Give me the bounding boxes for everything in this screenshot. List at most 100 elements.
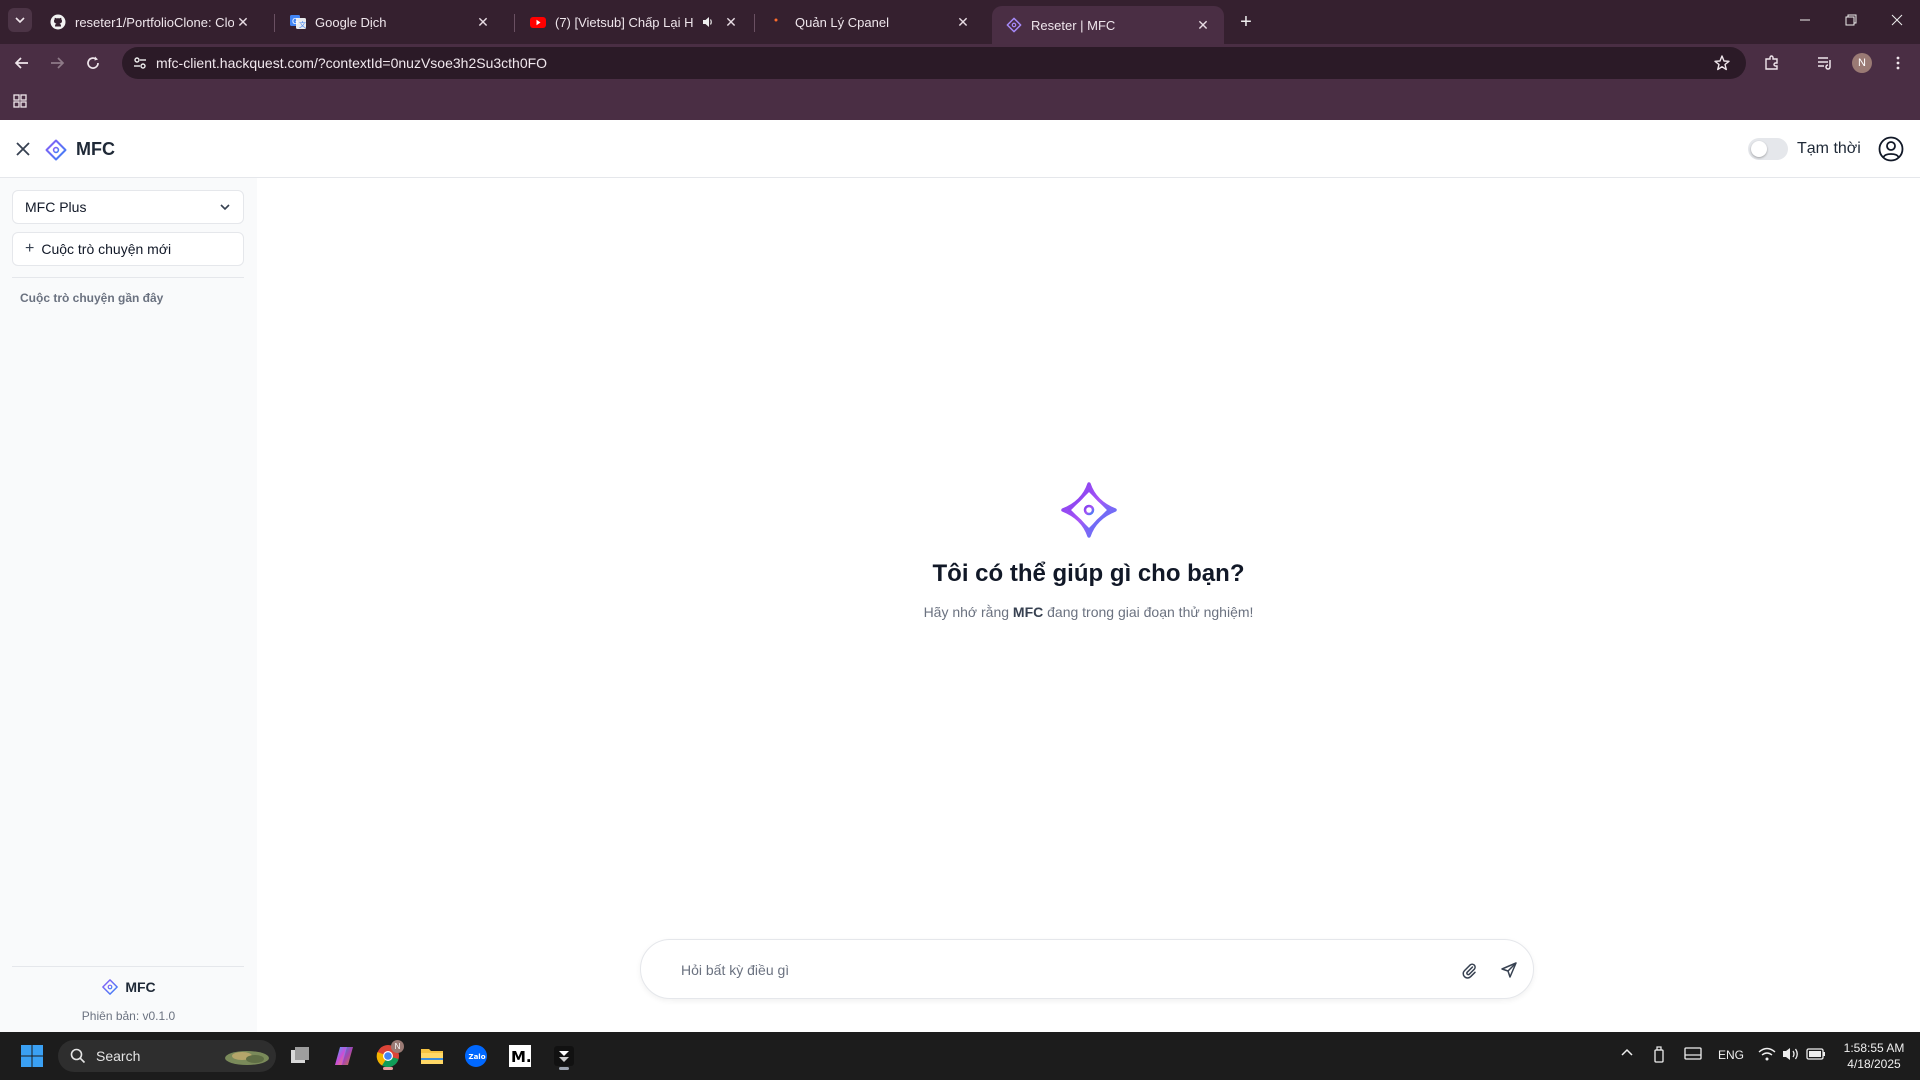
task-view-button[interactable]: [284, 1040, 316, 1072]
new-tab-button[interactable]: +: [1234, 10, 1258, 34]
media-controls-button[interactable]: [1811, 49, 1839, 77]
temporary-chat-toggle[interactable]: [1748, 138, 1788, 160]
plus-icon: +: [25, 240, 35, 257]
close-tab-icon[interactable]: ✕: [234, 13, 252, 31]
toggle-knob: [1751, 141, 1767, 157]
arrow-right-icon: [51, 57, 65, 69]
svg-text:Zalo: Zalo: [469, 1053, 486, 1061]
taskbar-zalo[interactable]: Zalo: [460, 1040, 492, 1072]
taskbar-search[interactable]: Search: [58, 1040, 276, 1072]
subtitle-prefix: Hãy nhớ rằng: [923, 604, 1013, 620]
browser-tab-cpanel[interactable]: Quản Lý Cpanel ✕: [756, 5, 984, 39]
browser-tab-github[interactable]: reseter1/PortfolioClone: Clone o ✕: [36, 5, 264, 39]
address-bar[interactable]: mfc-client.hackquest.com/?contextId=0nuz…: [122, 47, 1746, 79]
restore-button[interactable]: [1828, 0, 1874, 40]
sidebar-footer-divider: [12, 966, 244, 967]
close-tab-icon[interactable]: ✕: [954, 13, 972, 31]
site-info-icon[interactable]: [132, 55, 148, 74]
sidebar-divider: [12, 277, 244, 278]
star-icon: [1714, 55, 1730, 71]
attach-button[interactable]: [1456, 957, 1482, 983]
browser-tab-google-translate[interactable]: G文 Google Dịch ✕: [276, 5, 504, 39]
browser-tab-mfc[interactable]: Reseter | MFC ✕: [992, 6, 1224, 44]
profile-button[interactable]: N: [1848, 49, 1876, 77]
message-composer: [640, 939, 1534, 999]
tab-search-button[interactable]: [8, 8, 32, 32]
show-hidden-icons-button[interactable]: [1620, 1046, 1634, 1063]
terminal-app-icon: [554, 1046, 574, 1066]
reload-button[interactable]: [79, 49, 107, 77]
chevron-down-icon: [219, 201, 231, 213]
close-sidebar-button[interactable]: [12, 138, 34, 160]
close-window-button[interactable]: [1874, 0, 1920, 40]
tab-title: Google Dịch: [315, 14, 387, 30]
paperclip-icon: [1462, 963, 1476, 979]
back-button[interactable]: [8, 49, 36, 77]
taskbar-medium[interactable]: M.: [504, 1040, 536, 1072]
chrome-profile-badge: N: [391, 1040, 404, 1053]
clock-date: 4/18/2025: [1847, 1057, 1901, 1071]
forward-button[interactable]: [43, 49, 71, 77]
extensions-button[interactable]: [1758, 49, 1786, 77]
subtitle-brand: MFC: [1012, 604, 1044, 620]
speaker-icon[interactable]: [700, 14, 716, 30]
user-account-icon[interactable]: [1878, 136, 1904, 162]
browser-tab-youtube[interactable]: (7) [Vietsub] Chấp Lại Hồi Ức ✕: [516, 5, 752, 39]
search-icon: [70, 1048, 86, 1064]
battery-icon[interactable]: [1806, 1046, 1826, 1065]
minimize-button[interactable]: [1782, 0, 1828, 40]
close-tab-icon[interactable]: ✕: [474, 13, 492, 31]
minimize-icon: [1800, 19, 1810, 21]
model-select-value: MFC Plus: [25, 199, 87, 215]
copilot-icon: [335, 1047, 353, 1065]
taskbar-copilot[interactable]: [328, 1040, 360, 1072]
arrow-left-icon: [14, 57, 28, 69]
chevron-up-icon: [1621, 1048, 1633, 1056]
running-indicator: [559, 1067, 569, 1070]
browser-menu-button[interactable]: [1884, 49, 1912, 77]
mfc-logo-icon: [45, 139, 67, 161]
url-text: mfc-client.hackquest.com/?contextId=0nuz…: [156, 55, 548, 71]
mfc-icon: [1006, 17, 1022, 33]
search-highlight-icon: [225, 1051, 269, 1065]
start-button[interactable]: [16, 1040, 48, 1072]
wifi-icon[interactable]: [1758, 1046, 1776, 1065]
tab-separator: [754, 14, 755, 32]
task-view-icon: [291, 1047, 309, 1063]
restore-icon: [1845, 14, 1857, 26]
message-input[interactable]: [681, 958, 1421, 982]
taskbar-chrome[interactable]: N: [372, 1040, 404, 1072]
recent-chats-heading: Cuộc trò chuyện gần đây: [20, 291, 164, 305]
app-version: Phiên bản: v0.1.0: [81, 1009, 176, 1023]
close-icon: [1891, 14, 1903, 26]
medium-icon: M.: [509, 1045, 532, 1067]
usb-device-icon[interactable]: [1652, 1046, 1666, 1067]
windows-logo-icon: [21, 1045, 43, 1067]
close-tab-icon[interactable]: ✕: [1194, 16, 1212, 34]
system-clock[interactable]: 1:58:55 AM 4/18/2025: [1838, 1040, 1910, 1072]
close-tab-icon[interactable]: ✕: [722, 13, 740, 31]
send-button[interactable]: [1496, 957, 1522, 983]
tab-title: reseter1/PortfolioClone: Clone o: [75, 14, 234, 30]
model-select[interactable]: MFC Plus: [12, 190, 244, 224]
volume-icon[interactable]: [1782, 1046, 1800, 1065]
display-icon[interactable]: [1684, 1046, 1702, 1065]
apps-grid-icon: [13, 94, 27, 108]
footer-brand: MFC: [101, 978, 156, 996]
tab-separator: [274, 14, 275, 32]
browser-tab-strip: reseter1/PortfolioClone: Clone o ✕ G文 Go…: [0, 0, 1920, 44]
apps-button[interactable]: [6, 87, 34, 115]
welcome-subtitle: Hãy nhớ rằng MFC đang trong giai đoạn th…: [257, 604, 1920, 620]
language-indicator[interactable]: ENG: [1718, 1048, 1744, 1062]
temporary-chat-label: Tạm thời: [1797, 140, 1861, 157]
new-chat-label: Cuộc trò chuyện mới: [41, 241, 172, 257]
more-vertical-icon: [1896, 56, 1900, 70]
youtube-icon: [530, 14, 546, 30]
bookmark-star-button[interactable]: [1708, 49, 1736, 77]
new-chat-button[interactable]: + Cuộc trò chuyện mới: [12, 232, 244, 266]
taskbar-file-explorer[interactable]: [416, 1040, 448, 1072]
clock-time: 1:58:55 AM: [1843, 1041, 1905, 1055]
app-brand-name: MFC: [76, 139, 115, 159]
mfc-logo-icon: [1061, 482, 1117, 538]
taskbar-terminal-app[interactable]: [548, 1040, 580, 1072]
